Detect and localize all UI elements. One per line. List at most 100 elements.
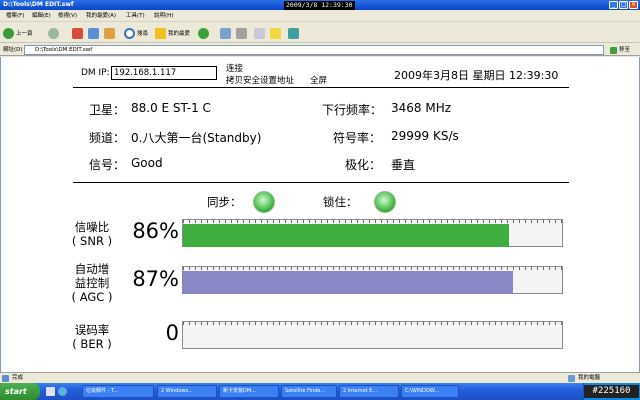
go-label: 移至	[619, 47, 631, 53]
task-item-2[interactable]: 2 Windows...	[157, 385, 217, 398]
task-item-5[interactable]: 2 Internet E...	[339, 385, 399, 398]
print-button[interactable]	[236, 26, 249, 40]
mail-button[interactable]	[220, 26, 233, 40]
menu-bar: 檔案(F) 編輯(E) 檢視(V) 我的最愛(A) 工具(T) 說明(H)	[0, 10, 640, 22]
star-icon	[155, 27, 166, 39]
satellite-label: 卫星：	[89, 103, 126, 117]
agc-label: 自动增 益控制 ( AGC )	[71, 262, 113, 304]
connect-link[interactable]: 连接	[226, 62, 243, 74]
agc-value: 87%	[132, 267, 179, 291]
task-item-3[interactable]: 新卡安装DM...	[219, 385, 279, 398]
clock-overlay: 2009/3/8 12:39:30	[284, 1, 355, 10]
go-button[interactable]: 移至	[610, 45, 636, 55]
quicklaunch-browser-icon[interactable]	[58, 387, 67, 396]
history-button[interactable]	[198, 26, 211, 40]
snr-fill	[183, 224, 509, 247]
print-icon	[236, 27, 247, 39]
divider-middle	[73, 182, 569, 183]
minimize-button[interactable]: _	[609, 1, 618, 9]
menu-file[interactable]: 檔案(F)	[6, 10, 24, 22]
status-bar: 完成 我的電腦	[0, 372, 640, 383]
ber-ticks	[183, 322, 562, 325]
favorites-label: 我的最愛	[168, 31, 191, 37]
computer-icon	[568, 375, 575, 382]
home-icon	[104, 27, 115, 39]
agc-ticks	[183, 267, 562, 270]
dm-ip-label: DM IP:	[81, 68, 110, 78]
downlink-label: 下行频率：	[322, 103, 383, 117]
forward-button[interactable]	[48, 26, 61, 40]
forward-arrow-icon	[48, 27, 59, 39]
search-icon	[124, 27, 135, 39]
task-item-1[interactable]: 垃圾郵件 - T...	[82, 385, 154, 398]
menu-view[interactable]: 檢視(V)	[58, 10, 77, 22]
ber-label: 误码率 ( BER )	[72, 323, 112, 351]
close-button[interactable]: ×	[629, 1, 638, 9]
datetime-display: 2009年3月8日 星期日 12:39:30	[394, 69, 559, 82]
notes-icon	[270, 27, 281, 39]
signal-value: Good	[131, 156, 163, 170]
ber-value: 0	[165, 321, 179, 345]
page-icon	[2, 375, 9, 382]
back-label: 上一頁	[16, 31, 33, 37]
mail-icon	[220, 27, 231, 39]
stop-button[interactable]	[72, 26, 85, 40]
menu-favorites[interactable]: 我的最愛(A)	[86, 10, 116, 22]
search-label: 搜尋	[137, 31, 149, 37]
go-arrow-icon	[610, 46, 617, 54]
channel-value: 0.八大第一台(Standby)	[131, 131, 262, 145]
agc-meter	[182, 266, 563, 294]
address-bar: 網址(D) D:\Tools\DM EDIT.swf 移至	[0, 44, 640, 56]
refresh-button[interactable]	[88, 26, 101, 40]
dm-edit-panel: DM IP: 192.168.1.117 连接 拷贝安全设置地址 全屏 2009…	[0, 57, 640, 372]
refresh-icon	[88, 27, 99, 39]
satellite-value: 88.0 E ST-1 C	[131, 101, 211, 115]
back-button[interactable]: 上一頁	[3, 26, 33, 40]
snr-value: 86%	[132, 219, 179, 243]
window-title: D:\Tools\DM EDIT.swf	[3, 1, 74, 8]
task-item-4[interactable]: Satellite Finde...	[281, 385, 337, 398]
agc-fill	[183, 271, 513, 294]
signal-label: 信号：	[89, 158, 126, 172]
notes-button[interactable]	[270, 26, 283, 40]
messenger-icon	[288, 27, 299, 39]
divider-top	[73, 87, 569, 88]
symbol-rate-value: 29999 KS/s	[391, 129, 459, 143]
edit-button[interactable]	[254, 26, 267, 40]
home-button[interactable]	[104, 26, 117, 40]
sync-indicator-icon	[253, 191, 275, 213]
tray-clock: #225160	[584, 385, 639, 398]
symbol-rate-label: 符号率：	[333, 131, 382, 145]
downlink-value: 3468 MHz	[391, 101, 452, 115]
stop-icon	[72, 27, 83, 39]
polarization-value: 垂直	[391, 158, 416, 172]
sync-label: 同步：	[207, 195, 242, 209]
favorites-button[interactable]: 我的最愛	[155, 26, 190, 40]
search-button[interactable]: 搜尋	[124, 26, 148, 40]
dm-ip-input[interactable]: 192.168.1.117	[111, 66, 217, 80]
toolbar: 上一頁 搜尋 我的最愛	[0, 23, 640, 43]
start-button[interactable]: start	[0, 383, 40, 400]
back-arrow-icon	[3, 27, 14, 39]
address-input[interactable]: D:\Tools\DM EDIT.swf	[24, 45, 604, 55]
menu-help[interactable]: 說明(H)	[154, 10, 173, 22]
lock-indicator-icon	[374, 191, 396, 213]
channel-label: 频道：	[89, 131, 126, 145]
messenger-button[interactable]	[288, 26, 301, 40]
address-label: 網址(D)	[3, 47, 23, 53]
fullscreen-link[interactable]: 全屏	[310, 74, 327, 86]
snr-ticks	[183, 220, 562, 223]
copy-address-link[interactable]: 拷贝安全设置地址	[226, 74, 294, 86]
maximize-button[interactable]: □	[619, 1, 628, 9]
history-icon	[198, 27, 209, 39]
polarization-label: 极化：	[345, 158, 382, 172]
menu-edit[interactable]: 編輯(E)	[32, 10, 51, 22]
edit-icon	[254, 27, 265, 39]
quicklaunch-icon[interactable]	[46, 387, 55, 396]
snr-meter	[182, 219, 563, 247]
screen: D:\Tools\DM EDIT.swf 2009/3/8 12:39:30 _…	[0, 0, 640, 400]
snr-label: 信噪比 ( SNR )	[71, 220, 113, 248]
menu-tools[interactable]: 工具(T)	[126, 10, 145, 22]
window-titlebar: D:\Tools\DM EDIT.swf 2009/3/8 12:39:30 _…	[0, 0, 640, 10]
task-item-6[interactable]: C:\WINDOW...	[401, 385, 459, 398]
